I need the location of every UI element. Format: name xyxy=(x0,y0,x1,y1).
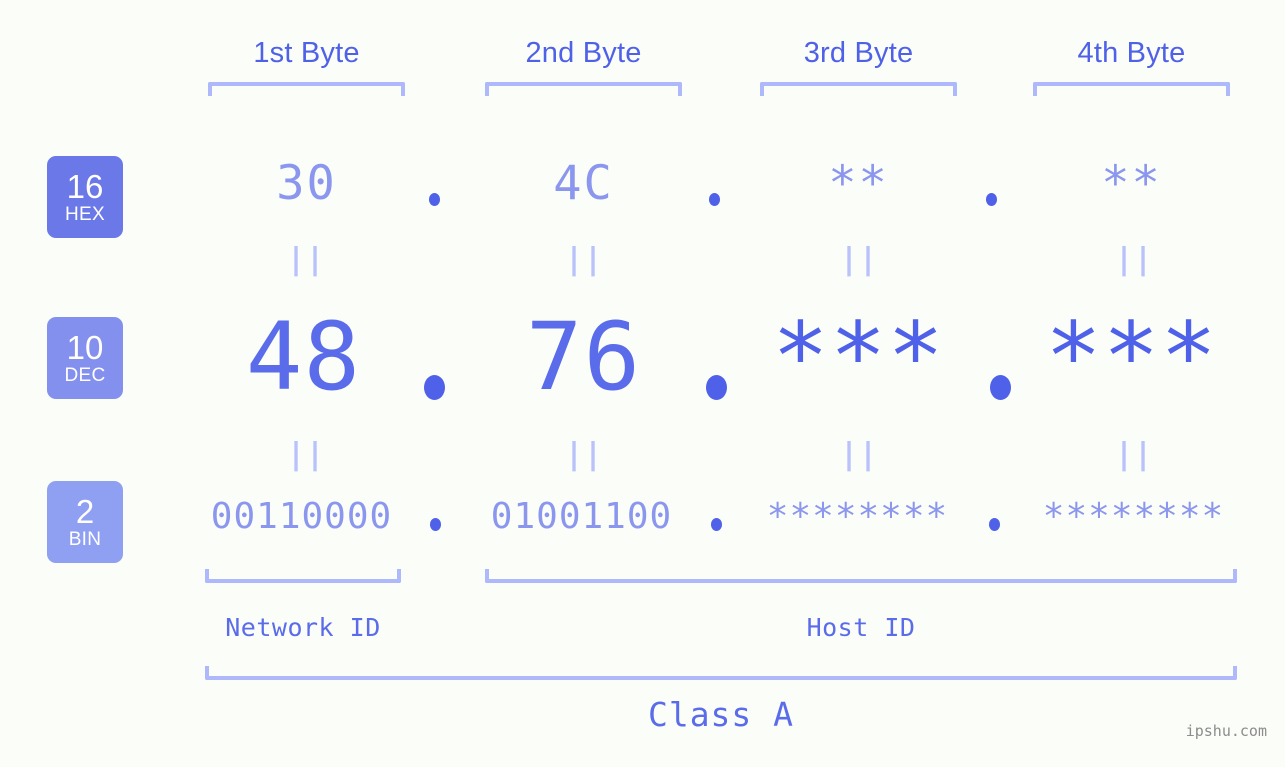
network-id-bracket-icon xyxy=(205,569,401,583)
equals-dec-bin-3: || xyxy=(839,437,879,472)
hex-separator-2-dot xyxy=(709,193,720,206)
hex-byte-1-value: 30 xyxy=(276,156,337,211)
bin-byte-1-value: 00110000 xyxy=(210,496,393,537)
dec-byte-4-value: *** xyxy=(1045,303,1218,412)
dec-separator-3-dot xyxy=(990,375,1011,400)
byte-bracket-2-icon xyxy=(485,82,682,96)
equals-dec-bin-1: || xyxy=(286,437,326,472)
hex-separator-1-dot xyxy=(429,193,440,206)
equals-hex-dec-3: || xyxy=(839,242,879,277)
dec-byte-2-value: 76 xyxy=(525,303,642,412)
host-id-label: Host ID xyxy=(806,613,916,642)
byte-bracket-4-icon xyxy=(1033,82,1230,96)
byte-header-3: 3rd Byte xyxy=(803,37,914,69)
base-badge-bin-number: 2 xyxy=(75,493,95,530)
base-badge-hex-number: 16 xyxy=(66,168,104,205)
base-badge-dec-number: 10 xyxy=(66,329,104,366)
dec-byte-3-value: *** xyxy=(772,303,945,412)
bin-byte-4-value: ******** xyxy=(1042,496,1225,537)
base-badge-bin: 2 BIN xyxy=(47,481,123,563)
equals-hex-dec-2: || xyxy=(564,242,604,277)
byte-bracket-3-icon xyxy=(760,82,957,96)
bin-separator-3-dot xyxy=(989,518,1000,531)
hex-byte-2-value: 4C xyxy=(553,156,614,211)
bin-byte-2-value: 01001100 xyxy=(490,496,673,537)
byte-header-1: 1st Byte xyxy=(253,37,360,69)
host-id-bracket-icon xyxy=(485,569,1237,583)
equals-dec-bin-2: || xyxy=(564,437,604,472)
base-badge-hex-name: HEX xyxy=(65,204,105,225)
dec-byte-1-value: 48 xyxy=(245,303,362,412)
bin-separator-2-dot xyxy=(711,518,722,531)
equals-hex-dec-1: || xyxy=(286,242,326,277)
hex-separator-3-dot xyxy=(986,193,997,206)
hex-byte-3-value: ** xyxy=(828,156,889,211)
bin-separator-1-dot xyxy=(430,518,441,531)
dec-separator-1-dot xyxy=(424,375,445,400)
bin-byte-3-value: ******** xyxy=(766,496,949,537)
base-badge-dec: 10 DEC xyxy=(47,317,123,399)
equals-dec-bin-4: || xyxy=(1114,437,1154,472)
class-bracket-icon xyxy=(205,666,1237,680)
base-badge-dec-name: DEC xyxy=(64,365,106,386)
diagram-canvas: 1st Byte 2nd Byte 3rd Byte 4th Byte 16 H… xyxy=(0,0,1285,767)
dec-separator-2-dot xyxy=(706,375,727,400)
byte-header-2: 2nd Byte xyxy=(525,37,642,69)
base-badge-hex: 16 HEX xyxy=(47,156,123,238)
byte-bracket-1-icon xyxy=(208,82,405,96)
base-badge-bin-name: BIN xyxy=(68,529,102,550)
equals-hex-dec-4: || xyxy=(1114,242,1154,277)
hex-byte-4-value: ** xyxy=(1101,156,1162,211)
byte-header-4: 4th Byte xyxy=(1077,37,1186,69)
site-watermark: ipshu.com xyxy=(1185,722,1267,740)
class-label: Class A xyxy=(647,695,795,734)
network-id-label: Network ID xyxy=(225,613,381,642)
